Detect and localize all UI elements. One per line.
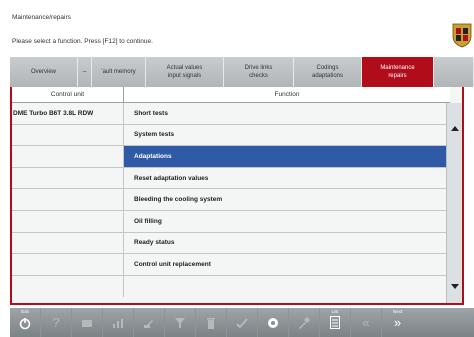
filter-icon [175,317,185,328]
function-table-panel: Control unit Function DME Turbo B6T 3.8L… [10,87,464,305]
scroll-down-arrow-icon[interactable] [447,279,463,293]
edit-icon [144,319,153,328]
function-cell[interactable]: Bleeding the cooling system [124,189,450,210]
vertical-scrollbar[interactable] [446,103,462,303]
table-row[interactable]: Oil filling [12,210,450,233]
help-icon: ? [52,315,60,330]
tools-icon [299,317,310,329]
column-header-function: Function [124,87,450,103]
function-cell[interactable]: Control unit replacement [124,254,450,275]
edit-button[interactable] [134,308,165,337]
function-cell [124,275,450,298]
function-cell[interactable]: Oil filling [124,210,450,232]
filter-button[interactable] [165,308,196,337]
tab-fault-memory[interactable]: 'ault memory [92,57,146,87]
table-row[interactable]: Control unit replacement [12,254,450,276]
instruction-text: Please select a function. Press [F12] to… [12,38,153,45]
next-icon: » [393,315,402,330]
back-icon: « [362,315,370,330]
tab-overview[interactable]: Overview [10,57,78,87]
control-unit-cell [12,254,124,275]
next-label: Next [392,309,403,314]
list-button[interactable]: List [320,308,351,337]
exit-icon [19,317,31,329]
tab-maintenance-repairs[interactable]: Maintenance repairs [362,57,434,87]
table-row[interactable]: Reset adaptation values [12,167,450,190]
chart-button[interactable] [103,308,134,337]
exit-button[interactable]: Exit [10,308,41,337]
list-label: List [331,309,339,314]
control-unit-cell [12,189,124,210]
control-unit-cell [12,146,124,167]
print-icon [82,319,92,327]
header-title: Maintenance/repairs [12,14,71,21]
function-cell[interactable]: Adaptations [124,146,450,167]
tab-more[interactable] [434,57,474,87]
function-cell[interactable]: Ready status [124,232,450,254]
control-unit-cell [12,275,124,298]
function-cell[interactable]: Reset adaptation values [124,167,450,189]
control-unit-cell [12,232,124,254]
help-button[interactable]: ? [41,308,72,337]
tab-drive-links[interactable]: Drive links checks [224,57,294,87]
list-icon [330,316,340,329]
tab-codings[interactable]: Codings adaptations [294,57,362,87]
table-row[interactable]: Bleeding the cooling system [12,189,450,211]
tab-actual-values[interactable]: Actual values input signals [146,57,224,87]
table-row[interactable]: System tests [12,124,450,147]
control-unit-cell [12,167,124,189]
print-button[interactable] [72,308,103,337]
record-icon [268,317,278,328]
scroll-up-arrow-icon[interactable] [447,121,463,135]
delete-icon [207,317,215,329]
delete-button[interactable] [196,308,227,337]
exit-label: Exit [21,309,29,314]
bottom-toolbar: Exit ? List « Next » [10,308,474,337]
back-button[interactable]: « [351,308,382,337]
function-cell[interactable]: System tests [124,124,450,146]
table-row[interactable]: Ready status [12,232,450,255]
control-unit-cell [12,124,124,146]
function-tab-bar: Overview – 'ault memory Actual values in… [10,57,474,87]
check-icon [236,317,248,328]
table-row[interactable]: DME Turbo B6T 3.8L RDW Short tests [12,103,450,125]
control-unit-cell: DME Turbo B6T 3.8L RDW [12,103,124,124]
record-button[interactable] [258,308,289,337]
check-button[interactable] [227,308,258,337]
function-cell[interactable]: Short tests [124,103,450,124]
tools-button[interactable] [289,308,320,337]
control-unit-cell [12,210,124,232]
tab-separator: – [78,57,92,87]
chart-icon [113,318,123,328]
next-button[interactable]: Next » [382,308,413,337]
table-row-selected[interactable]: Adaptations [12,146,450,168]
table-row [12,275,450,298]
brand-crest-logo [452,23,472,48]
column-header-control-unit: Control unit [12,87,124,103]
function-list: DME Turbo B6T 3.8L RDW Short tests Syste… [12,103,450,298]
